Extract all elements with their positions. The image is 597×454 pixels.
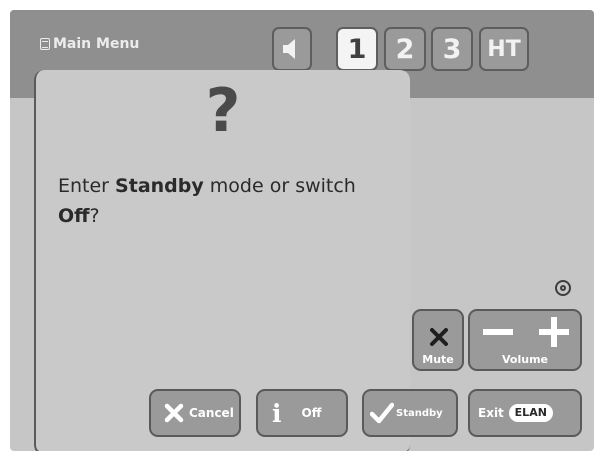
minus-icon <box>483 329 513 335</box>
home-theater-button[interactable]: HT <box>479 27 529 71</box>
speaker-button[interactable] <box>272 27 312 71</box>
elan-logo: ELAN <box>508 404 553 422</box>
dialog-message: Enter Standby mode or switch Off? <box>58 175 356 227</box>
checkmark-icon <box>370 402 394 424</box>
mute-button[interactable]: Mute <box>412 309 464 371</box>
cancel-x-icon <box>164 403 184 423</box>
zone-3-button[interactable]: 3 <box>431 27 473 71</box>
volume-control[interactable]: Volume <box>468 309 582 371</box>
main-menu-link[interactable]: Main Menu <box>40 36 139 52</box>
off-label: Off <box>301 406 322 420</box>
info-icon: i <box>272 398 282 428</box>
exit-label: Exit <box>478 406 504 420</box>
target-icon[interactable] <box>555 280 571 296</box>
close-x-icon <box>430 328 448 346</box>
touchpanel-screen: Main Menu 1 2 3 HT Mute Volume ? Enter S… <box>10 10 594 451</box>
zone-2-button[interactable]: 2 <box>384 27 426 71</box>
mute-label: Mute <box>422 353 454 366</box>
main-menu-label: Main Menu <box>53 36 140 52</box>
zone-1-button[interactable]: 1 <box>336 27 378 71</box>
volume-label: Volume <box>502 353 548 366</box>
standby-label: Standby <box>396 407 443 419</box>
speaker-icon <box>283 39 295 59</box>
plus-icon <box>539 317 569 347</box>
volume-up-button[interactable] <box>530 315 578 349</box>
cancel-label: Cancel <box>189 406 234 420</box>
off-button[interactable]: i Off <box>256 389 348 437</box>
question-mark-icon: ? <box>205 76 241 146</box>
exit-button[interactable]: Exit ELAN <box>468 389 582 437</box>
cancel-button[interactable]: Cancel <box>149 389 241 437</box>
standby-button[interactable]: Standby <box>362 389 458 437</box>
volume-down-button[interactable] <box>474 315 522 349</box>
menu-doc-icon <box>40 38 50 50</box>
